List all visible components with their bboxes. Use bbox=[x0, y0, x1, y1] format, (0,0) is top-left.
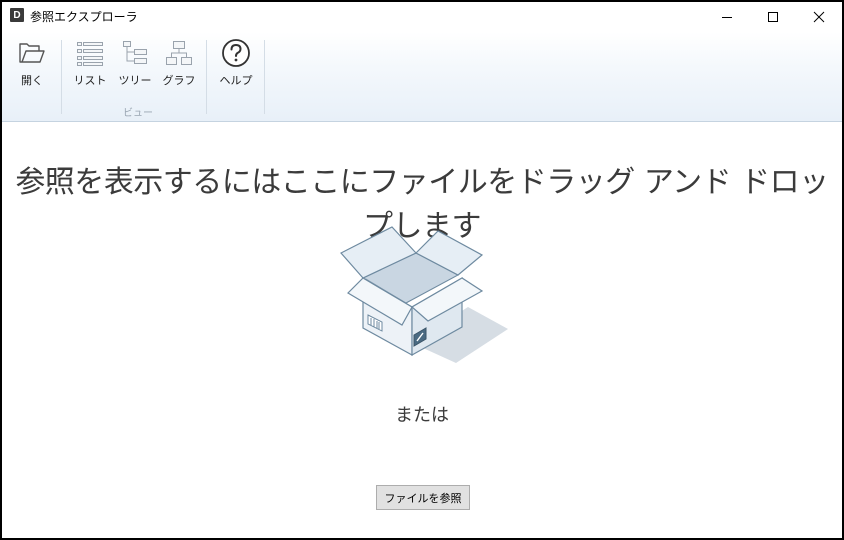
open-label: 開く bbox=[21, 74, 43, 87]
maximize-icon bbox=[768, 12, 778, 22]
view-group-label: ビュー bbox=[123, 108, 153, 119]
close-icon bbox=[813, 11, 825, 23]
list-view-button[interactable]: リスト bbox=[70, 38, 110, 90]
window-title: 参照エクスプローラ bbox=[30, 10, 138, 24]
ribbon-separator bbox=[264, 40, 265, 114]
tree-label: ツリー bbox=[118, 74, 152, 87]
tree-icon bbox=[119, 38, 151, 68]
help-button[interactable]: ヘルプ bbox=[216, 38, 256, 90]
ribbon-separator bbox=[61, 40, 62, 114]
app-icon: D bbox=[10, 8, 24, 22]
graph-label: グラフ bbox=[162, 74, 196, 87]
maximize-button[interactable] bbox=[750, 2, 796, 32]
browse-file-button[interactable]: ファイルを参照 bbox=[376, 485, 470, 510]
folder-open-icon bbox=[16, 38, 48, 68]
title-bar[interactable]: D 参照エクスプローラ bbox=[2, 2, 842, 32]
minimize-button[interactable] bbox=[704, 2, 750, 32]
graph-icon bbox=[163, 38, 195, 68]
help-label: ヘルプ bbox=[219, 74, 253, 87]
open-box-icon bbox=[340, 226, 508, 363]
graph-view-button[interactable]: グラフ bbox=[159, 38, 199, 90]
ribbon-separator bbox=[206, 40, 207, 114]
minimize-icon bbox=[722, 17, 732, 18]
list-icon bbox=[74, 38, 106, 68]
ribbon: 開く リスト ツリー グラフ ビュー ヘルプ bbox=[2, 32, 842, 122]
list-label: リスト bbox=[73, 74, 107, 87]
help-icon bbox=[220, 38, 252, 68]
close-button[interactable] bbox=[796, 2, 842, 32]
or-text: または bbox=[395, 405, 449, 426]
tree-view-button[interactable]: ツリー bbox=[115, 38, 155, 90]
drop-zone[interactable]: 参照を表示するにはここにファイルをドラッグ アンド ドロップします または ファ… bbox=[2, 123, 842, 538]
open-button[interactable]: 開く bbox=[12, 38, 52, 90]
app-window: D 参照エクスプローラ 開く リスト ツリー グラフ ビュー ヘルプ 参照を表示… bbox=[0, 0, 844, 540]
